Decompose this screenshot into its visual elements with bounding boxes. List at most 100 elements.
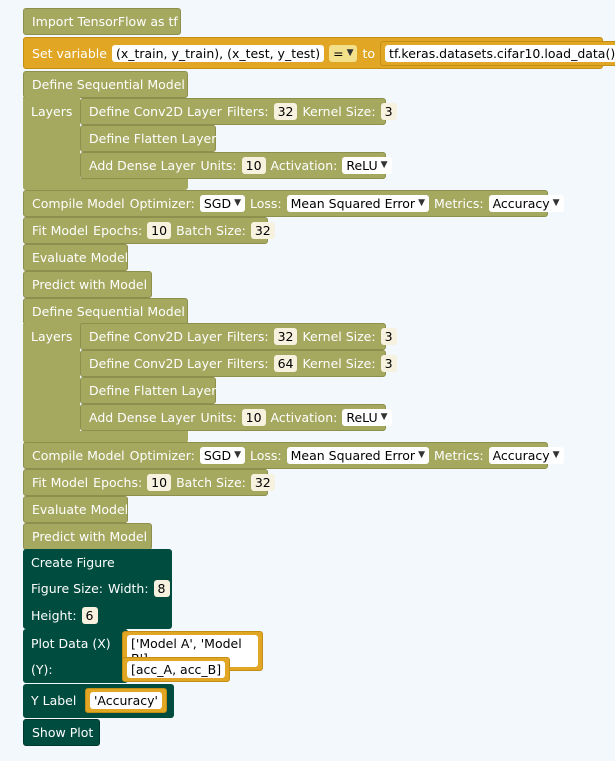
predict-model-block[interactable]: Predict with Model xyxy=(23,271,152,298)
chevron-down-icon: ▼ xyxy=(380,412,388,422)
epochs-field[interactable]: 10 xyxy=(147,474,172,491)
units-label: Units: xyxy=(200,158,237,173)
loss-dropdown[interactable]: Mean Squared Error ▼ xyxy=(286,195,429,212)
dense-label: Add Dense Layer xyxy=(89,410,196,425)
conv2d-label: Define Conv2D Layer xyxy=(89,356,222,371)
activation-dropdown[interactable]: ReLU ▼ xyxy=(342,157,392,174)
epochs-field[interactable]: 10 xyxy=(147,222,172,239)
kernel-size-label: Kernel Size: xyxy=(302,356,376,371)
show-plot-label: Show Plot xyxy=(32,725,94,740)
optimizer-dropdown[interactable]: SGD ▼ xyxy=(199,447,245,464)
y-data-label: (Y): xyxy=(31,662,53,677)
activation-label: Activation: xyxy=(270,410,338,425)
fit-label: Fit Model xyxy=(32,223,89,238)
import-label: Import TensorFlow as tf xyxy=(32,14,178,29)
filters-field[interactable]: 32 xyxy=(273,103,298,120)
chevron-down-icon: ▼ xyxy=(234,450,241,460)
height-field[interactable]: 6 xyxy=(81,607,98,624)
kernel-size-field[interactable]: 3 xyxy=(380,103,397,120)
metrics-dropdown[interactable]: Accuracy ▼ xyxy=(488,195,564,212)
chevron-down-icon: ▼ xyxy=(552,198,560,208)
flatten-layer-block-2[interactable]: Define Flatten Layer xyxy=(80,377,216,404)
filters-field[interactable]: 32 xyxy=(273,328,298,345)
layers-rail-2: Layers xyxy=(23,324,80,438)
batch-size-label: Batch Size: xyxy=(176,223,246,238)
epochs-label: Epochs: xyxy=(93,475,143,490)
chevron-down-icon: ▼ xyxy=(418,450,425,460)
compile-label: Compile Model xyxy=(32,448,125,463)
set-variable-block[interactable]: Set variable (x_train, y_train), (x_test… xyxy=(23,37,615,69)
y-data-field[interactable]: [acc_A, acc_B] xyxy=(127,661,226,678)
evaluate-model-block-2[interactable]: Evaluate Model xyxy=(23,496,128,523)
y-label-block[interactable]: Y Label 'Accuracy' xyxy=(23,684,174,718)
define-sequential-label: Define Sequential Model xyxy=(32,77,185,92)
kernel-size-label: Kernel Size: xyxy=(302,104,376,119)
conv2d-layer-block[interactable]: Define Conv2D Layer Filters: 32 Kernel S… xyxy=(80,98,397,125)
dense-label: Add Dense Layer xyxy=(89,158,196,173)
create-figure-block[interactable]: Create Figure Figure Size: Width: 8 Heig… xyxy=(23,549,172,629)
units-label: Units: xyxy=(200,410,237,425)
y-socket: [acc_A, acc_B] xyxy=(122,657,231,682)
kernel-size-field[interactable]: 3 xyxy=(380,355,397,372)
conv2d-label: Define Conv2D Layer xyxy=(89,104,222,119)
width-field[interactable]: 8 xyxy=(153,580,170,597)
create-figure-label: Create Figure xyxy=(31,555,115,570)
conv2d-layer-block-2b[interactable]: Define Conv2D Layer Filters: 64 Kernel S… xyxy=(80,350,397,377)
metrics-label: Metrics: xyxy=(433,196,484,211)
container-bottom xyxy=(23,178,188,190)
operator-dropdown[interactable]: = ▼ xyxy=(329,44,358,62)
chevron-down-icon: ▼ xyxy=(346,47,354,58)
to-label: to xyxy=(362,45,376,61)
units-field[interactable]: 10 xyxy=(241,409,266,426)
optimizer-label: Optimizer: xyxy=(129,196,195,211)
chevron-down-icon: ▼ xyxy=(418,198,425,208)
import-tensorflow-block[interactable]: Import TensorFlow as tf xyxy=(23,8,181,35)
predict-label: Predict with Model xyxy=(32,529,148,544)
show-plot-block[interactable]: Show Plot xyxy=(23,719,100,746)
filters-label: Filters: xyxy=(226,356,269,371)
layers-rail: Layers xyxy=(23,97,80,185)
filters-field[interactable]: 64 xyxy=(273,355,298,372)
compile-model-block[interactable]: Compile Model Optimizer: SGD ▼ Loss: Mean… xyxy=(23,190,564,217)
metrics-dropdown[interactable]: Accuracy ▼ xyxy=(488,447,564,464)
value-socket: tf.keras.datasets.cifar10.load_data() xyxy=(380,40,615,66)
batch-size-label: Batch Size: xyxy=(176,475,246,490)
conv2d-layer-block-2a[interactable]: Define Conv2D Layer Filters: 32 Kernel S… xyxy=(80,323,397,350)
activation-dropdown[interactable]: ReLU ▼ xyxy=(342,409,392,426)
layers-label: Layers xyxy=(31,329,73,344)
loss-dropdown[interactable]: Mean Squared Error ▼ xyxy=(286,447,429,464)
fit-label: Fit Model xyxy=(32,475,89,490)
dense-layer-block[interactable]: Add Dense Layer Units: 10 Activation: Re… xyxy=(80,152,392,179)
flatten-label: Define Flatten Layer xyxy=(89,131,217,146)
y-label-field[interactable]: 'Accuracy' xyxy=(90,692,162,709)
evaluate-model-block[interactable]: Evaluate Model xyxy=(23,244,128,271)
compile-label: Compile Model xyxy=(32,196,125,211)
kernel-size-field[interactable]: 3 xyxy=(380,328,397,345)
units-field[interactable]: 10 xyxy=(241,157,266,174)
chevron-down-icon: ▼ xyxy=(380,160,388,170)
compile-model-block-2[interactable]: Compile Model Optimizer: SGD ▼ Loss: Mean… xyxy=(23,442,564,469)
optimizer-dropdown[interactable]: SGD ▼ xyxy=(199,195,245,212)
conv2d-label: Define Conv2D Layer xyxy=(89,329,222,344)
height-label: Height: xyxy=(31,608,77,623)
width-label: Width: xyxy=(108,581,149,596)
load-data-field[interactable]: tf.keras.datasets.cifar10.load_data() xyxy=(385,44,615,62)
fit-model-block[interactable]: Fit Model Epochs: 10 Batch Size: 32 xyxy=(23,217,275,244)
dense-layer-block-2[interactable]: Add Dense Layer Units: 10 Activation: Re… xyxy=(80,404,392,431)
plot-data-label: Plot Data (X) xyxy=(31,636,111,651)
set-variable-label: Set variable xyxy=(32,45,107,61)
define-sequential-model-block-2[interactable]: Define Sequential Model xyxy=(23,298,188,325)
flatten-label: Define Flatten Layer xyxy=(89,383,217,398)
define-sequential-model-block[interactable]: Define Sequential Model xyxy=(23,71,188,98)
variable-name-field[interactable]: (x_train, y_train), (x_test, y_test) xyxy=(111,44,325,62)
batch-size-field[interactable]: 32 xyxy=(250,474,275,491)
batch-size-field[interactable]: 32 xyxy=(250,222,275,239)
flatten-layer-block[interactable]: Define Flatten Layer xyxy=(80,125,216,152)
figure-size-label: Figure Size: xyxy=(31,581,104,596)
loss-label: Loss: xyxy=(250,196,282,211)
predict-model-block-2[interactable]: Predict with Model xyxy=(23,523,152,550)
plot-data-block[interactable]: Plot Data (X) (Y): ['Model A', 'Model B'… xyxy=(23,629,263,683)
epochs-label: Epochs: xyxy=(93,223,143,238)
optimizer-label: Optimizer: xyxy=(129,448,195,463)
fit-model-block-2[interactable]: Fit Model Epochs: 10 Batch Size: 32 xyxy=(23,469,275,496)
